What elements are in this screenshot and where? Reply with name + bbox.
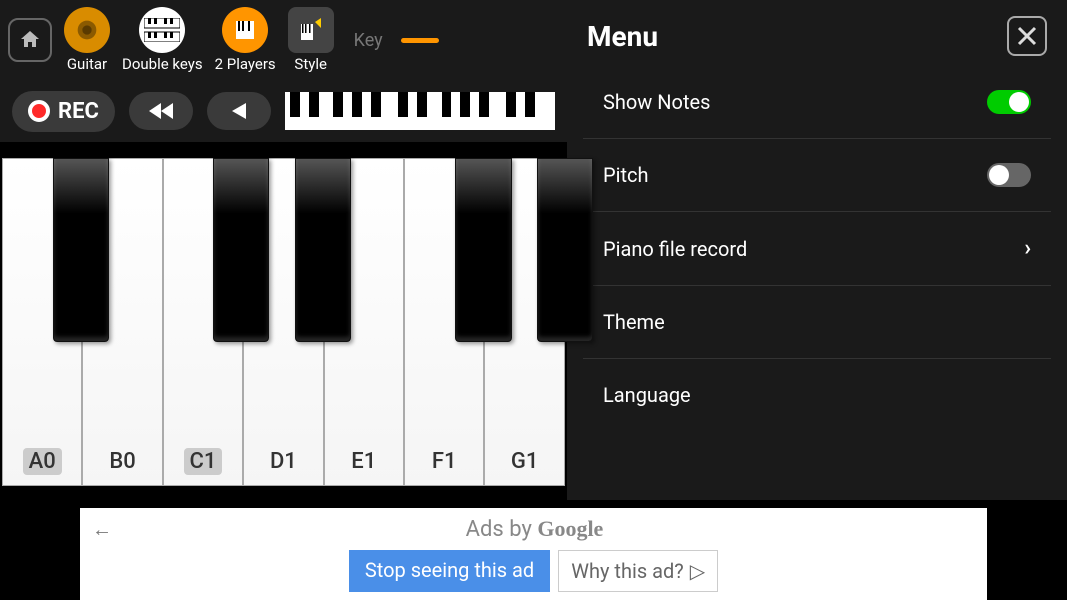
black-key-Ab1[interactable] [537, 158, 593, 342]
menu-item-pitch[interactable]: Pitch [583, 139, 1051, 212]
menu-title: Menu [587, 20, 658, 53]
black-key-Db1[interactable] [213, 158, 269, 342]
instrument-label: 2 Players [215, 55, 276, 73]
menu-header: Menu [567, 0, 1067, 66]
rec-button[interactable]: REC [12, 91, 115, 132]
home-button[interactable] [8, 18, 52, 62]
instrument-label: Guitar [67, 55, 107, 73]
close-button[interactable] [1007, 16, 1047, 56]
piano-keyboard: A0 B0 C1 D1 E1 F1 G1 [2, 158, 565, 486]
why-ad-button[interactable]: Why this ad? ▷ [558, 550, 718, 592]
menu-panel: Menu Show Notes Pitch Piano file record … [567, 0, 1067, 500]
instrument-label: Style [294, 55, 327, 73]
mini-keyboard-overview[interactable] [285, 92, 555, 130]
pitch-toggle[interactable] [987, 163, 1031, 187]
menu-item-theme[interactable]: Theme [583, 286, 1051, 359]
menu-item-piano-file-record[interactable]: Piano file record › [583, 212, 1051, 286]
style-icon [288, 7, 334, 53]
chevron-right-icon: › [1024, 236, 1031, 261]
controls-bar: REC [0, 80, 567, 142]
accent-bar [401, 38, 439, 43]
top-toolbar: Guitar Double keys 2 Players Style Key [0, 0, 567, 80]
rec-label: REC [58, 99, 99, 124]
double-keys-icon [139, 7, 185, 53]
menu-item-language[interactable]: Language [583, 359, 1051, 431]
instrument-double-keys[interactable]: Double keys [122, 7, 203, 73]
rewind-icon [147, 101, 175, 121]
stop-ad-button[interactable]: Stop seeing this ad [349, 550, 550, 592]
rec-dot-icon [28, 100, 50, 122]
show-notes-toggle[interactable] [987, 90, 1031, 114]
black-key-Eb1[interactable] [295, 158, 351, 342]
ad-title: Ads by Google [82, 516, 987, 542]
play-back-button[interactable] [207, 92, 271, 130]
ad-banner: ← Ads by Google Stop seeing this ad Why … [80, 508, 987, 600]
home-icon [18, 28, 42, 52]
instrument-two-players[interactable]: 2 Players [215, 7, 276, 73]
rewind-button[interactable] [129, 92, 193, 130]
two-players-icon [222, 7, 268, 53]
adchoices-icon: ▷ [690, 559, 705, 583]
play-reverse-icon [230, 101, 248, 121]
instrument-guitar[interactable]: Guitar [64, 7, 110, 73]
menu-item-show-notes[interactable]: Show Notes [583, 66, 1051, 139]
close-icon [1016, 25, 1038, 47]
instrument-label: Double keys [122, 55, 203, 73]
guitar-icon [64, 7, 110, 53]
black-key-Bb0[interactable] [53, 158, 109, 342]
black-key-Gb1[interactable] [455, 158, 511, 342]
instrument-style[interactable]: Style [288, 7, 334, 73]
keyboard-area: A0 B0 C1 D1 E1 F1 G1 [0, 142, 567, 488]
key-label: Key [354, 30, 383, 51]
